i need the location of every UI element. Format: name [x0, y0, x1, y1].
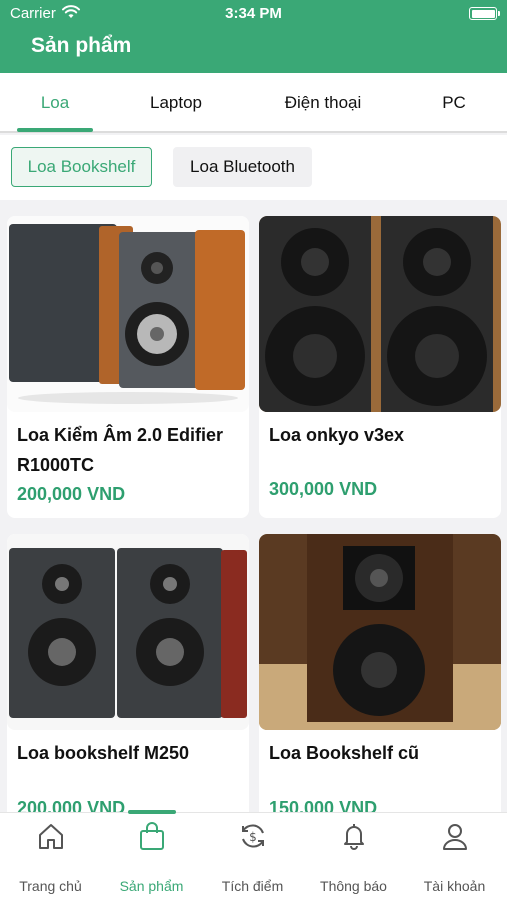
active-tab-indicator [17, 128, 93, 132]
nav-item-points[interactable]: $ Tích điểm [202, 813, 303, 900]
battery-icon [469, 7, 500, 20]
product-name: Loa Kiểm Âm 2.0 Edifier R1000TC [17, 425, 224, 475]
product-card[interactable]: Loa bookshelf M250 200,000 VND [7, 534, 249, 836]
product-image [7, 216, 249, 412]
product-image [259, 534, 501, 730]
chip-loa-bluetooth[interactable]: Loa Bluetooth [173, 147, 312, 187]
tab-laptop[interactable]: Laptop [130, 73, 222, 133]
app-header: Carrier 3:34 PM Sản phẩm [0, 0, 507, 73]
clock: 3:34 PM [225, 5, 282, 22]
product-name: Loa onkyo v3ex [269, 425, 405, 445]
product-price: 200,000 VND [17, 484, 126, 504]
nav-item-home[interactable]: Trang chủ [0, 813, 101, 900]
nav-label: Trang chủ [19, 878, 82, 894]
nav-item-account[interactable]: Tài khoản [404, 813, 505, 900]
product-name: Loa Bookshelf cũ [269, 743, 420, 763]
nav-label: Thông báo [320, 878, 387, 894]
status-bar: Carrier 3:34 PM [0, 0, 507, 28]
nav-label: Sản phẩm [119, 878, 184, 894]
product-image [7, 534, 249, 730]
bottom-navigation: Trang chủ Sản phẩm $ Tích điểm Thông báo [0, 810, 507, 900]
product-image [259, 216, 501, 412]
chip-loa-bookshelf[interactable]: Loa Bookshelf [11, 147, 152, 187]
bell-icon [344, 824, 364, 850]
nav-item-notifications[interactable]: Thông báo [303, 813, 404, 900]
points-exchange-icon: $ [242, 824, 264, 848]
product-price: 300,000 VND [269, 479, 378, 499]
tab-dien-thoai[interactable]: Điện thoại [268, 73, 378, 133]
svg-text:$: $ [249, 830, 257, 844]
nav-item-products[interactable]: Sản phẩm [101, 813, 202, 900]
product-name: Loa bookshelf M250 [17, 743, 190, 763]
product-card[interactable]: Loa Bookshelf cũ 150,000 VND [259, 534, 501, 836]
user-icon [443, 824, 467, 850]
nav-label: Tích điểm [221, 878, 284, 894]
subcategory-chips: Loa Bookshelf Loa Bluetooth [0, 135, 507, 200]
shopping-bag-icon [140, 822, 164, 850]
tab-pc[interactable]: PC [428, 73, 480, 133]
product-card[interactable]: Loa Kiểm Âm 2.0 Edifier R1000TC 200,000 … [7, 216, 249, 518]
tab-loa[interactable]: Loa [14, 73, 96, 133]
page-title: Sản phẩm [31, 34, 132, 57]
product-card[interactable]: Loa onkyo v3ex 300,000 VND [259, 216, 501, 518]
category-tabs: Loa Laptop Điện thoại PC [0, 73, 507, 133]
nav-label: Tài khoản [423, 878, 486, 894]
home-icon [39, 824, 63, 849]
